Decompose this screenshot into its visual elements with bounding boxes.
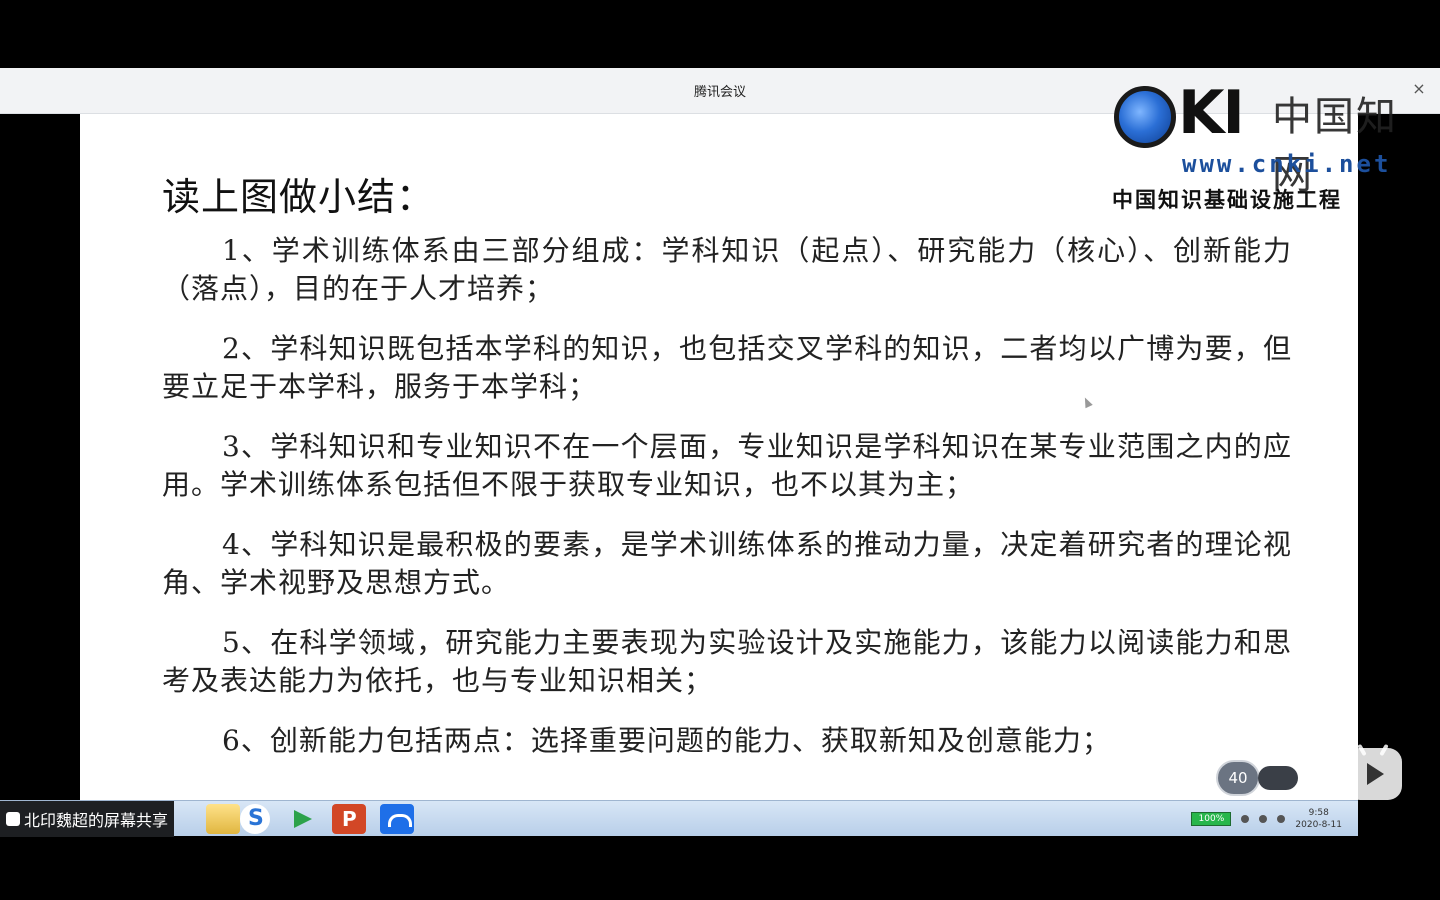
screen-share-badge: 北印魏超的屏幕共享 — [0, 801, 175, 837]
video-frame: 腾讯会议 × 读上图做小结： 1、学术训练体系由三部分组成：学科知识（起点）、研… — [0, 0, 1440, 900]
slide-title: 读上图做小结： — [162, 175, 436, 219]
close-icon[interactable]: × — [1410, 80, 1428, 98]
tencent-meeting-icon[interactable] — [380, 804, 414, 834]
cnki-logo-text: KI — [1178, 78, 1245, 148]
network-icon[interactable] — [1259, 815, 1268, 823]
clock-date: 2020-8-11 — [1295, 820, 1342, 830]
volume-icon[interactable] — [1277, 815, 1286, 823]
window-title: 腾讯会议 — [693, 85, 746, 100]
screen-share-label: 北印魏超的屏幕共享 — [24, 811, 169, 830]
sogou-browser-icon[interactable] — [240, 804, 270, 834]
folder-app-icon[interactable] — [206, 804, 240, 834]
summary-point-6: 6、创新能力包括两点：选择重要问题的能力、获取新知及创意能力； — [222, 724, 1111, 757]
summary-list: 1、学术训练体系由三部分组成：学科知识（起点）、研究能力（核心）、创新能力（落点… — [162, 232, 1292, 782]
summary-point-1: 1、学术训练体系由三部分组成：学科知识（起点）、研究能力（核心）、创新能力（落点… — [162, 234, 1292, 305]
screen-share-area: 读上图做小结： 1、学术训练体系由三部分组成：学科知识（起点）、研究能力（核心）… — [0, 114, 1440, 838]
taskbar-clock: 9:58 2020-8-11 — [1295, 807, 1342, 831]
slide: 读上图做小结： 1、学术训练体系由三部分组成：学科知识（起点）、研究能力（核心）… — [80, 114, 1358, 804]
cnki-watermark: KI 中国知网 www.cnki.net 中国知识基础设施工程 — [1112, 78, 1412, 212]
shared-taskbar: 北印魏超的屏幕共享 100% 9:58 2020-8-11 — [0, 800, 1358, 837]
screen-icon — [6, 812, 20, 826]
battery-indicator: 100% — [1191, 812, 1232, 826]
zoom-level-bubble[interactable]: 40 — [1216, 760, 1260, 796]
summary-point-2: 2、学科知识既包括本学科的知识，也包括交叉学科的知识，二者均以广博为要，但要立足… — [162, 332, 1292, 403]
cnki-url: www.cnki.net — [1182, 150, 1392, 178]
system-tray: 100% 9:58 2020-8-11 — [1191, 803, 1342, 835]
summary-point-4: 4、学科知识是最积极的要素，是学术训练体系的推动力量，决定着研究者的理论视角、学… — [162, 528, 1292, 599]
play-button-icon[interactable] — [1346, 748, 1402, 800]
globe-icon — [1114, 86, 1176, 148]
media-player-icon[interactable] — [286, 804, 320, 834]
tray-icon[interactable] — [1241, 815, 1250, 823]
powerpoint-icon[interactable] — [332, 804, 366, 834]
network-speed-widget — [1258, 766, 1298, 790]
summary-point-3: 3、学科知识和专业知识不在一个层面，专业知识是学科知识在某专业范围之内的应用。学… — [162, 430, 1292, 501]
cnki-chinese-name: 中国知网 — [1272, 94, 1398, 198]
summary-point-5: 5、在科学领域，研究能力主要表现为实验设计及实施能力，该能力以阅读能力和思考及表… — [162, 626, 1292, 697]
clock-time: 9:58 — [1308, 808, 1329, 818]
cnki-org: 中国知识基础设施工程 — [1112, 188, 1342, 212]
